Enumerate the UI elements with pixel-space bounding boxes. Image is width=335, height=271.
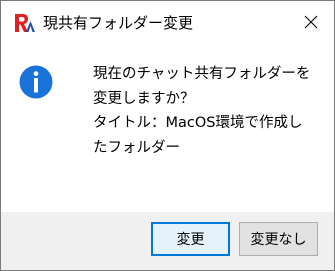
dialog-window: 現共有フォルダー変更 現在のチャット共有フォルダーを 変更しますか？ タイトル：… — [0, 0, 335, 271]
message-line: タイトル：MacOS環境で作成し — [93, 115, 303, 131]
title-bar: 現共有フォルダー変更 — [1, 1, 334, 45]
dialog-message: 現在のチャット共有フォルダーを 変更しますか？ タイトル：MacOS環境で作成し… — [93, 62, 325, 160]
message-line: 現在のチャット共有フォルダーを — [93, 66, 311, 82]
message-line: たフォルダー — [93, 139, 180, 156]
close-icon — [304, 14, 318, 33]
window-title: 現共有フォルダー変更 — [43, 14, 194, 32]
message-line: 変更しますか？ — [93, 90, 195, 107]
close-button[interactable] — [288, 1, 334, 45]
app-logo-icon — [13, 12, 35, 34]
confirm-change-button[interactable]: 変更 — [151, 222, 230, 256]
info-icon — [19, 65, 53, 99]
no-change-button[interactable]: 変更なし — [239, 222, 318, 256]
dialog-footer: 変更 変更なし — [1, 212, 334, 270]
